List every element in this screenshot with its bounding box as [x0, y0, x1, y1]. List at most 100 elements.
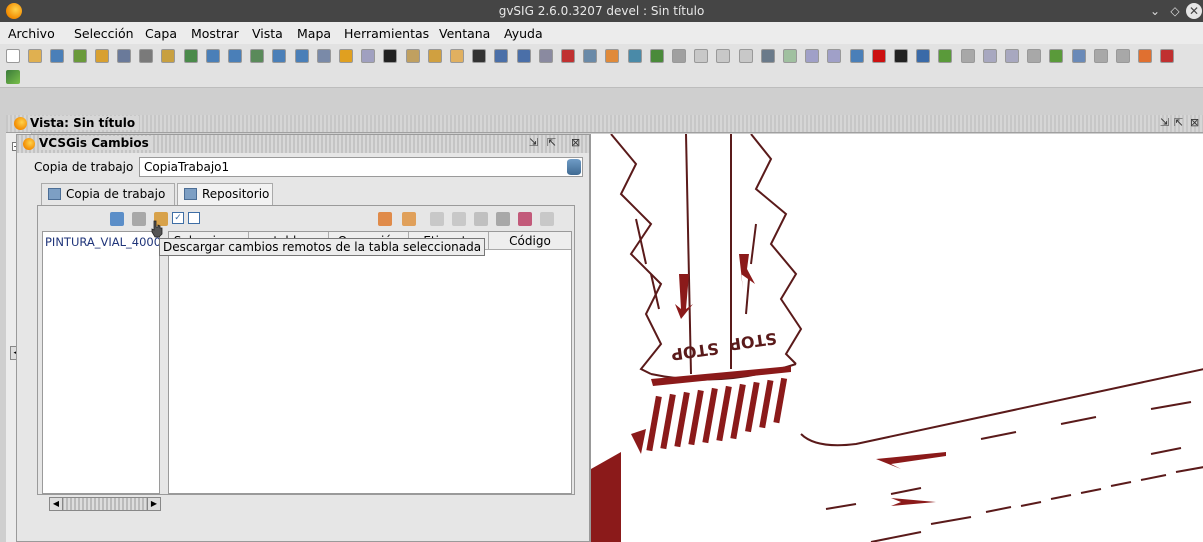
settings-icon[interactable] — [496, 212, 510, 226]
toolbar-tool-icon[interactable] — [383, 49, 398, 63]
toolbar-tool-icon[interactable] — [139, 49, 154, 63]
toolbar-tool-icon[interactable] — [316, 49, 331, 63]
window-title: gvSIG 2.6.0.3207 devel : Sin título — [498, 4, 705, 18]
menu-ayuda[interactable]: Ayuda — [504, 26, 543, 41]
toolbar-tool-icon[interactable] — [1093, 49, 1108, 63]
toolbar-tool-icon[interactable] — [916, 49, 931, 63]
map-canvas[interactable]: STOP STOP — [590, 134, 1203, 542]
toolbar-tool-icon[interactable] — [1160, 49, 1175, 63]
toolbar-tool-icon[interactable] — [583, 49, 598, 63]
select-all-checkbox[interactable]: ✓ — [172, 212, 184, 224]
toolbar-tool-icon[interactable] — [405, 49, 420, 63]
minimize-icon[interactable]: ⌄ — [1147, 3, 1163, 19]
toolbar-tool-icon[interactable] — [94, 49, 109, 63]
vcsgis-icon — [23, 138, 35, 150]
toolbar-tool-icon[interactable] — [561, 49, 575, 63]
horizontal-scrollbar[interactable]: ◀ ▶ — [49, 497, 161, 511]
toolbar-tool-icon[interactable] — [272, 49, 287, 63]
toolbar-tool-icon[interactable] — [205, 49, 220, 63]
arrow-down-icon[interactable] — [430, 212, 444, 226]
toolbar-tool-icon[interactable] — [1071, 49, 1086, 63]
menu-mapa[interactable]: Mapa — [297, 26, 331, 41]
toolbar-tool-icon[interactable] — [871, 49, 886, 63]
menu-archivo[interactable]: Archivo — [8, 26, 55, 41]
toolbar-tool-icon[interactable] — [361, 49, 376, 63]
toolbar-tool-icon[interactable] — [472, 49, 487, 63]
close-panel-icon[interactable]: ⊠ — [571, 136, 580, 149]
toolbar-tool-icon[interactable] — [894, 49, 908, 63]
toolbar-tool-icon[interactable] — [250, 49, 265, 63]
menu-herramientas[interactable]: Herramientas — [344, 26, 429, 41]
toolbar-tool-icon[interactable] — [50, 49, 65, 63]
toolbar-tool-icon[interactable] — [28, 49, 43, 63]
text-icon[interactable] — [452, 212, 466, 226]
toolbar-tool-icon[interactable] — [938, 49, 953, 63]
toolbar-tool-icon[interactable] — [228, 49, 242, 63]
toolbar-tool-icon[interactable] — [627, 49, 642, 63]
restore-icon[interactable]: ⇲ — [1160, 116, 1169, 129]
tab-label: Repositorio — [202, 187, 270, 201]
zoom-layer-icon[interactable] — [378, 212, 392, 226]
tab-copia-de-trabajo[interactable]: Copia de trabajo — [41, 183, 175, 205]
table-icon[interactable] — [474, 212, 488, 226]
toolbar-tool-icon[interactable] — [339, 49, 353, 63]
tables-list[interactable]: PINTURA_VIAL_4000 ◀ ▶ — [42, 231, 161, 511]
toolbar-tool-icon[interactable] — [805, 49, 820, 63]
toolbar-tool-icon[interactable] — [694, 49, 709, 63]
toolbar-tool-icon[interactable] — [538, 49, 553, 63]
toolbar-tool-icon[interactable] — [827, 49, 842, 63]
toolbar-tool-icon[interactable] — [760, 49, 775, 63]
restore-panel-icon[interactable]: ⇲ — [529, 136, 538, 149]
menu-vista[interactable]: Vista — [252, 26, 283, 41]
toolbar-tool-icon[interactable] — [716, 49, 731, 63]
tab-repositorio[interactable]: Repositorio — [177, 183, 273, 205]
menu-seleccion[interactable]: Selección — [74, 26, 134, 41]
maximize-panel-icon[interactable]: ⇱ — [547, 136, 556, 149]
toolbar-tool-icon[interactable] — [450, 49, 464, 63]
toolbar-tool-icon[interactable] — [72, 49, 87, 63]
export-icon[interactable] — [540, 212, 554, 226]
toolbar-tool-icon[interactable] — [960, 49, 975, 63]
toolbar-tool-icon[interactable] — [1027, 49, 1042, 63]
toolbar-tool-icon[interactable] — [649, 49, 664, 63]
toolbar-tool-icon[interactable] — [294, 49, 309, 63]
toolbar-tool-icon[interactable] — [605, 49, 620, 63]
scroll-left-icon[interactable]: ◀ — [49, 497, 63, 511]
toolbar-tool-icon[interactable] — [1116, 49, 1130, 63]
edit-pencil-icon[interactable] — [6, 70, 20, 84]
vcs-tabs: Copia de trabajo Repositorio — [41, 183, 581, 205]
menu-mostrar[interactable]: Mostrar — [191, 26, 239, 41]
column-header[interactable]: Código — [489, 232, 571, 250]
changes-table[interactable]: Seleccionar tabla Operación Etiqueta Cód… — [168, 231, 572, 494]
eraser-icon[interactable] — [518, 212, 532, 226]
toolbar-tool-icon[interactable] — [738, 49, 753, 63]
toolbar-tool-icon[interactable] — [1138, 49, 1153, 63]
list-item[interactable]: PINTURA_VIAL_4000 — [45, 235, 159, 249]
toolbar-tool-icon[interactable] — [161, 49, 176, 63]
toolbar-tool-icon[interactable] — [982, 49, 997, 63]
database-icon[interactable] — [567, 159, 581, 175]
scroll-right-icon[interactable]: ▶ — [147, 497, 161, 511]
working-copy-select[interactable]: CopiaTrabajo1 ▼ — [139, 157, 583, 177]
select-none-checkbox[interactable] — [188, 212, 200, 224]
refresh-icon[interactable] — [110, 212, 124, 226]
menu-ventana[interactable]: Ventana — [439, 26, 490, 41]
toolbar-tool-icon[interactable] — [672, 49, 686, 63]
toolbar-tool-icon[interactable] — [849, 49, 864, 63]
toolbar-tool-icon[interactable] — [183, 49, 198, 63]
menu-capa[interactable]: Capa — [145, 26, 177, 41]
toolbar-tool-icon[interactable] — [494, 49, 509, 63]
toolbar-tool-icon[interactable] — [117, 49, 131, 63]
merge-icon[interactable] — [132, 212, 146, 226]
toolbar-tool-icon[interactable] — [1049, 49, 1064, 63]
close-frame-icon[interactable]: ⊠ — [1190, 116, 1199, 129]
toolbar-tool-icon[interactable] — [427, 49, 442, 63]
toolbar-tool-icon[interactable] — [6, 49, 20, 63]
envelope-icon[interactable] — [402, 212, 416, 226]
toolbar-tool-icon[interactable] — [516, 49, 531, 63]
close-icon[interactable]: ✕ — [1186, 3, 1202, 19]
toolbar-tool-icon[interactable] — [1005, 49, 1019, 63]
maximize-icon[interactable]: ◇ — [1167, 3, 1183, 19]
maximize-frame-icon[interactable]: ⇱ — [1174, 116, 1183, 129]
toolbar-tool-icon[interactable] — [783, 49, 797, 63]
